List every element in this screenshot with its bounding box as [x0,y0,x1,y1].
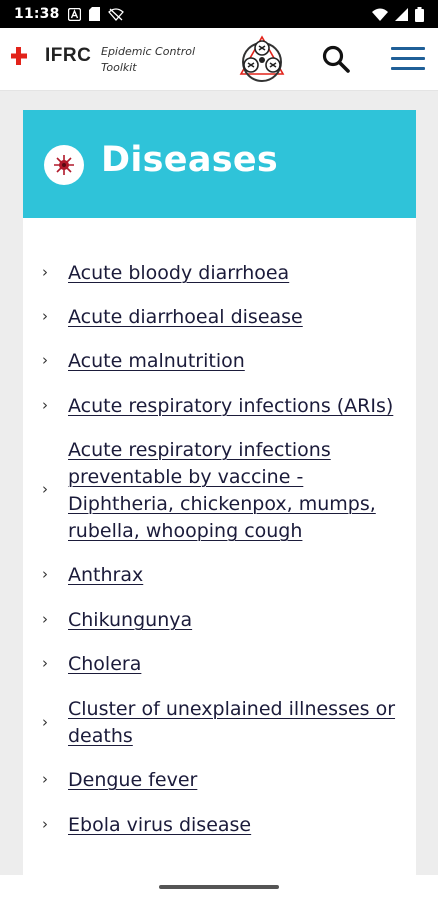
disease-link[interactable]: Chikungunya [68,607,398,634]
chevron-right-icon: › [42,480,48,498]
battery-icon [415,6,424,22]
chevron-right-icon: › [42,713,48,731]
status-bar: 11:38 [0,0,438,28]
disease-link[interactable]: Acute bloody diarrhoea [68,260,398,287]
tagline-line-2: Toolkit [101,61,137,74]
disease-link[interactable]: Cluster of unexplained illnesses or deat… [68,696,398,750]
disease-link[interactable]: Acute respiratory infections (ARIs) [68,393,398,420]
chevron-right-icon: › [42,770,48,788]
chevron-right-icon: › [42,351,48,369]
disease-link[interactable]: Cholera [68,651,398,678]
chevron-right-icon: › [42,307,48,325]
status-bar-left: 11:38 [14,6,124,22]
disease-link[interactable]: Acute diarrhoeal disease [68,304,398,331]
chevron-right-icon: › [42,815,48,833]
hamburger-menu-icon[interactable] [391,45,425,73]
status-bar-right [372,6,424,22]
disease-link[interactable]: Dengue fever [68,767,398,794]
cellular-icon [395,7,408,21]
gesture-handle[interactable] [159,885,279,889]
tagline-line-1: Epidemic Control [101,45,196,58]
chevron-right-icon: › [42,263,48,281]
menu-bar-bottom [391,67,425,70]
virus-icon [44,145,84,185]
chevron-right-icon: › [42,565,48,583]
toolkit-logo [239,35,285,82]
search-icon[interactable] [321,44,351,74]
red-cross-crescent-icon [11,47,38,65]
system-nav-bar [0,875,438,900]
chevron-right-icon: › [42,610,48,628]
chevron-right-icon: › [42,396,48,414]
page-title: Diseases [101,140,279,180]
ifrc-logo[interactable]: IFRC [11,45,91,67]
app-header: IFRC Epidemic Control Toolkit [0,28,438,91]
menu-bar-top [391,47,425,50]
a-notification-icon [67,7,81,21]
no-signal-icon [107,7,124,21]
disease-link[interactable]: Acute malnutrition [68,348,398,375]
diseases-card: Diseases › Acute bloody diarrhoea › Acut… [23,110,416,900]
chevron-right-icon: › [42,654,48,672]
status-time: 11:38 [14,6,60,22]
app-tagline: Epidemic Control Toolkit [101,44,221,76]
disease-link[interactable]: Anthrax [68,562,398,589]
menu-bar-middle [391,57,425,60]
diseases-card-header: Diseases [23,110,416,218]
brand-name: IFRC [45,45,92,66]
disease-link[interactable]: Acute respiratory infections preventable… [68,437,398,545]
wifi-icon [372,8,388,21]
disease-link[interactable]: Ebola virus disease [68,812,398,839]
sd-card-icon [88,7,100,21]
